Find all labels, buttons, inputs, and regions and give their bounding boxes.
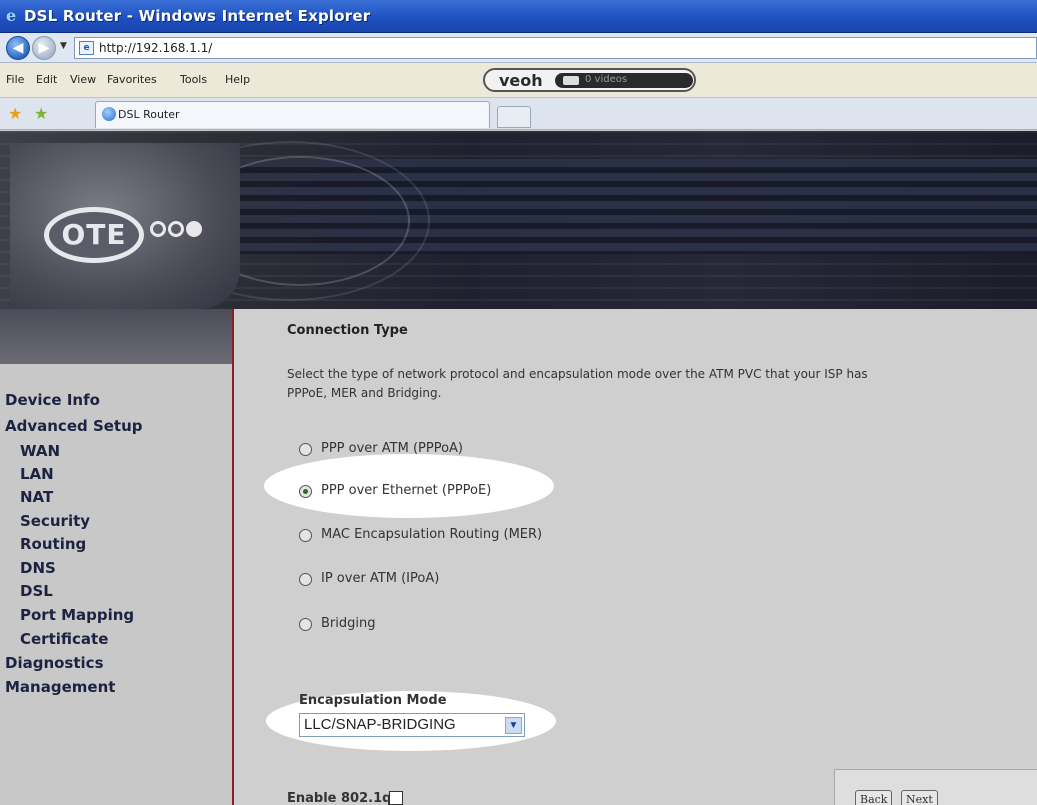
veoh-toolbar[interactable]: veoh 0 videos <box>483 68 696 92</box>
nav-header-strip <box>0 309 232 364</box>
url-input[interactable]: e http://192.168.1.1/ <box>74 37 1037 59</box>
menu-favorites[interactable]: Favorites <box>107 73 157 86</box>
nav-routing[interactable]: Routing <box>20 535 86 553</box>
video-icon <box>563 76 579 85</box>
encapsulation-mode-select[interactable]: LLC/SNAP-BRIDGING ▼ <box>299 713 525 737</box>
logo-text: OTE <box>61 218 127 251</box>
select-value: LLC/SNAP-BRIDGING <box>304 716 456 733</box>
logo-dots <box>150 221 204 241</box>
ote-logo: OTE <box>44 207 144 263</box>
url-text: http://192.168.1.1/ <box>99 41 213 55</box>
nav-wan[interactable]: WAN <box>20 442 60 460</box>
menu-file[interactable]: File <box>6 73 24 86</box>
favorites-star-icon[interactable]: ★ <box>8 104 22 123</box>
left-navigation: Device Info Advanced Setup WAN LAN NAT S… <box>0 309 232 805</box>
logo-dot <box>150 221 166 237</box>
nav-port-mapping[interactable]: Port Mapping <box>20 606 134 624</box>
menu-edit[interactable]: Edit <box>36 73 57 86</box>
ie-tab-icon <box>102 107 116 121</box>
radio-button[interactable] <box>299 529 312 542</box>
page-title: Connection Type <box>287 323 408 338</box>
main-panel: Connection Type Select the type of netwo… <box>232 309 1037 805</box>
window-title: DSL Router - Windows Internet Explorer <box>24 7 371 25</box>
router-header-banner: OTE <box>0 131 1037 309</box>
radio-button[interactable] <box>299 618 312 631</box>
nav-dns[interactable]: DNS <box>20 559 56 577</box>
button-panel: Back Next <box>834 769 1037 805</box>
back-button[interactable]: ◀ <box>6 36 30 60</box>
menu-tools[interactable]: Tools <box>180 73 207 86</box>
logo-dot <box>168 221 184 237</box>
radio-button[interactable] <box>299 573 312 586</box>
menu-bar: File Edit View Favorites Tools Help veoh… <box>0 63 1037 98</box>
add-favorites-icon[interactable]: ★ <box>34 104 48 123</box>
nav-lan[interactable]: LAN <box>20 465 54 483</box>
new-tab-button[interactable] <box>497 106 531 128</box>
tab-bar: ★ ★ DSL Router <box>0 98 1037 130</box>
enable-8021q-checkbox[interactable] <box>389 791 403 805</box>
radio-button[interactable] <box>299 443 312 456</box>
back-button[interactable]: Back <box>855 790 893 805</box>
nav-security[interactable]: Security <box>20 512 90 530</box>
veoh-logo: veoh <box>499 71 543 90</box>
nav-device-info[interactable]: Device Info <box>5 391 100 409</box>
option-label: PPP over Ethernet (PPPoE) <box>321 483 492 498</box>
forward-button[interactable]: ▶ <box>32 36 56 60</box>
title-bar: e DSL Router - Windows Internet Explorer <box>0 0 1037 33</box>
page-content: OTE Device Info Advanced Setup WAN LAN N… <box>0 131 1037 805</box>
tab-dsl-router[interactable]: DSL Router <box>95 101 490 128</box>
page-icon: e <box>79 41 94 55</box>
address-bar: ◀ ▶ ▼ e http://192.168.1.1/ <box>0 33 1037 63</box>
nav-advanced-setup[interactable]: Advanced Setup <box>5 417 143 435</box>
option-label: PPP over ATM (PPPoA) <box>321 441 463 456</box>
menu-view[interactable]: View <box>70 73 96 86</box>
arrow-right-icon: ▶ <box>38 40 50 56</box>
nav-certificate[interactable]: Certificate <box>20 630 108 648</box>
next-button[interactable]: Next <box>901 790 938 805</box>
description: Select the type of network protocol and … <box>287 365 1037 403</box>
menu-help[interactable]: Help <box>225 73 250 86</box>
description-line: PPPoE, MER and Bridging. <box>287 386 442 400</box>
radio-button[interactable] <box>299 485 312 498</box>
nav-nat[interactable]: NAT <box>20 488 53 506</box>
nav-diagnostics[interactable]: Diagnostics <box>5 654 104 672</box>
veoh-videos-count: 0 videos <box>585 74 628 85</box>
veoh-videos-button[interactable]: 0 videos <box>555 73 693 88</box>
option-label: MAC Encapsulation Routing (MER) <box>321 527 543 542</box>
chevron-down-icon[interactable]: ▼ <box>505 717 522 734</box>
description-line: Select the type of network protocol and … <box>287 367 868 381</box>
tab-label: DSL Router <box>118 108 180 121</box>
option-label: Bridging <box>321 616 376 631</box>
enable-8021q-label: Enable 802.1q <box>287 791 392 805</box>
history-dropdown-icon[interactable]: ▼ <box>60 41 67 51</box>
arrow-left-icon: ◀ <box>12 40 24 56</box>
ie-icon: e <box>6 6 17 25</box>
option-label: IP over ATM (IPoA) <box>321 571 440 586</box>
nav-dsl[interactable]: DSL <box>20 582 53 600</box>
logo-dot <box>186 221 202 237</box>
encapsulation-mode-label: Encapsulation Mode <box>299 693 447 708</box>
nav-management[interactable]: Management <box>5 678 115 696</box>
